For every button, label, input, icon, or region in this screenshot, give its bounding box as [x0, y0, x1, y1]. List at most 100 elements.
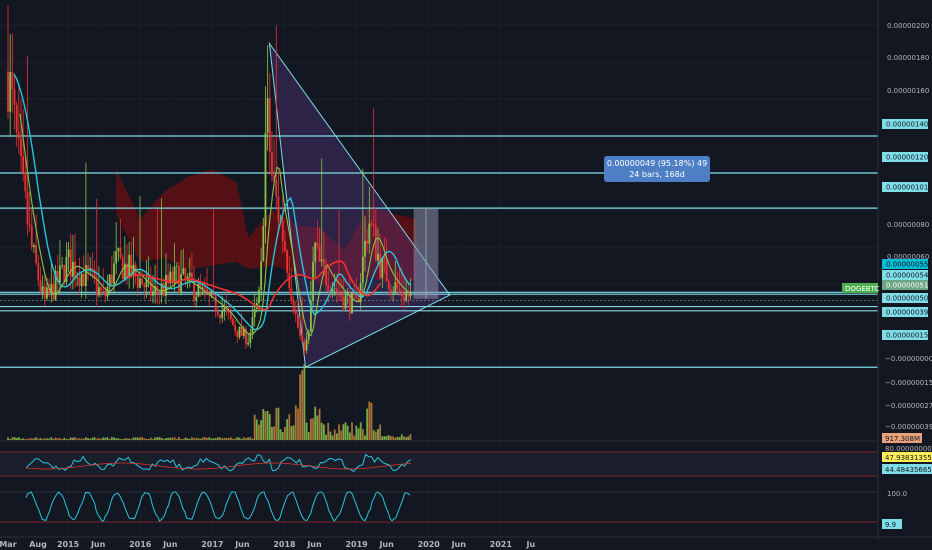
candle-body [78, 277, 81, 286]
volume-bar [93, 437, 96, 440]
volume-bar [46, 438, 48, 440]
candle-body [305, 339, 308, 351]
volume-bar [251, 438, 254, 440]
volume-bar [184, 437, 187, 440]
volume-bar [240, 438, 243, 440]
volume-bar [69, 437, 72, 440]
volume-bar [219, 437, 221, 440]
volume-bar [169, 437, 172, 440]
volume-bar [17, 437, 20, 440]
volume-bar [366, 408, 369, 440]
level-tag-label: 0.00000140 [886, 121, 928, 129]
candle-body [264, 132, 267, 227]
volume-bar [400, 434, 403, 440]
volume-bar [24, 438, 27, 440]
volume-bar [353, 435, 356, 440]
time-tick-label: Jun [306, 540, 322, 549]
candle-body [59, 265, 61, 283]
candle-body [277, 196, 280, 222]
volume-bar [63, 437, 66, 440]
candle-body [353, 292, 356, 294]
volume-bar [312, 418, 314, 440]
rsi-band [0, 452, 878, 476]
volume-bar [342, 424, 345, 440]
candle-body [370, 223, 373, 225]
volume-bar [264, 411, 267, 440]
candle-body [41, 286, 44, 292]
candle-body [390, 289, 392, 293]
candle-body [234, 325, 237, 331]
volume-bar [56, 438, 59, 440]
volume-bar [195, 437, 198, 440]
volume-bar [236, 437, 239, 440]
price-tick-label: 0.00000080 [887, 221, 929, 229]
volume-bar [87, 437, 89, 440]
volume-bar [191, 437, 193, 440]
candle-body [314, 243, 317, 262]
candle-body [9, 72, 12, 112]
candle-body [407, 293, 410, 297]
level-tag-label: 0.00000039 [886, 309, 928, 317]
candle-body [184, 268, 187, 279]
volume-bar [104, 437, 107, 440]
volume-bar [305, 422, 308, 440]
volume-bar [255, 419, 258, 440]
candle-body [11, 72, 14, 90]
candle-body [374, 225, 377, 261]
volume-bar [182, 438, 185, 440]
volume-bar [13, 437, 16, 440]
candle-body [284, 241, 286, 251]
candle-body [258, 290, 260, 303]
volume-bar [188, 438, 191, 440]
volume-bar [78, 438, 81, 440]
candle-body [210, 291, 213, 295]
volume-bar [262, 409, 265, 440]
volume-bar [39, 437, 42, 440]
candle-body [301, 335, 304, 343]
rsi-value-label: 47.93831355 [885, 454, 932, 462]
volume-bar [273, 426, 276, 440]
volume-bar [143, 438, 146, 440]
volume-bar [126, 438, 128, 440]
volume-bar [379, 424, 382, 440]
lower-tick-label: −0.00000027 [885, 402, 932, 410]
volume-bar [175, 438, 178, 440]
candle-body [290, 288, 293, 301]
rsi-pane [0, 451, 878, 477]
volume-bar [158, 437, 161, 440]
chart-canvas[interactable]: 0.00000049 (95.18%) 49 24 bars, 168d 0.00… [0, 0, 932, 550]
volume-bar [106, 437, 109, 440]
volume-bar [355, 425, 358, 440]
volume-bar [335, 433, 338, 440]
volume-bar [67, 438, 70, 440]
candle-body [385, 259, 388, 282]
candle-body [113, 263, 115, 285]
volume-bar [203, 437, 206, 440]
candle-body [35, 245, 38, 264]
level-tag-label: 0.00000015 [886, 332, 928, 340]
candle-body [195, 296, 198, 301]
level-tag-label: 0.00000055 [886, 261, 928, 269]
candle-body [294, 311, 297, 315]
candle-body [340, 292, 343, 298]
candle-body [136, 275, 139, 288]
candle-body [366, 240, 369, 244]
volume-bar [286, 419, 289, 440]
candle-body [322, 259, 325, 266]
candle-body [182, 268, 185, 274]
candle-body [43, 286, 46, 299]
candle-body [268, 98, 271, 153]
candle-body [335, 288, 338, 292]
stoch-upper-label: 100.0 [887, 490, 907, 498]
volume-bar [320, 422, 323, 440]
volume-bar [149, 437, 152, 440]
candle-body [46, 287, 48, 299]
volume-bar [290, 426, 293, 440]
volume-bar [368, 401, 371, 440]
volume-bar [214, 438, 217, 440]
candle-body [20, 138, 22, 157]
volume-bar [303, 364, 306, 440]
candle-body [299, 327, 301, 336]
volume-bar [318, 408, 321, 440]
volume-bar [145, 438, 148, 440]
